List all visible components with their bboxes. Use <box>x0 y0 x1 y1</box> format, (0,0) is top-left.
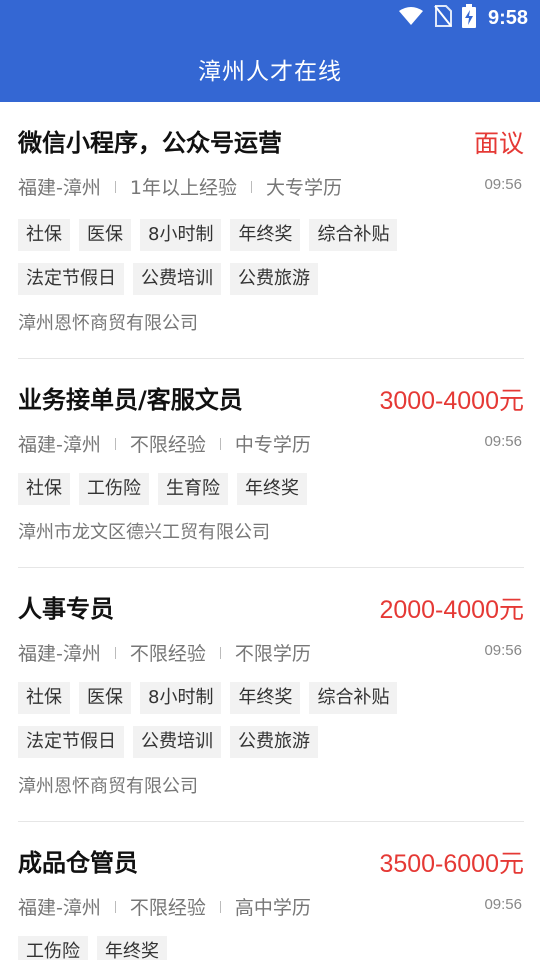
meta-separator <box>114 900 116 913</box>
benefit-tag: 生育险 <box>158 473 228 505</box>
job-title: 人事专员 <box>18 595 114 623</box>
job-experience: 不限经验 <box>129 897 206 919</box>
job-card[interactable]: 业务接单员/客服文员 3000-4000元 福建-漳州 不限经验 中专学历 09… <box>18 359 524 568</box>
job-education: 大专学历 <box>265 177 342 199</box>
tag-row: 社保 医保 8小时制 年终奖 综合补贴 <box>18 219 398 251</box>
job-location: 福建-漳州 <box>18 177 101 199</box>
meta-separator <box>114 646 116 659</box>
tag-row: 社保 医保 8小时制 年终奖 综合补贴 <box>18 682 398 714</box>
meta-separator <box>219 437 221 450</box>
status-bar: 9:58 <box>0 0 540 36</box>
status-time: 9:58 <box>487 6 528 29</box>
benefit-tag: 公费旅游 <box>230 726 318 758</box>
benefit-tag: 8小时制 <box>140 682 222 714</box>
job-location: 福建-漳州 <box>18 643 101 665</box>
job-meta: 福建-漳州 不限经验 不限学历 <box>18 639 311 666</box>
job-title: 微信小程序，公众号运营 <box>18 129 282 157</box>
job-location: 福建-漳州 <box>18 434 101 456</box>
job-meta: 福建-漳州 不限经验 中专学历 <box>18 430 311 457</box>
job-salary: 2000-4000元 <box>379 596 524 624</box>
job-education: 不限学历 <box>234 643 311 665</box>
job-salary: 3000-4000元 <box>379 387 524 415</box>
job-salary: 3500-6000元 <box>379 850 524 878</box>
benefit-tag: 8小时制 <box>140 219 222 251</box>
tag-row: 工伤险 年终奖 <box>18 936 167 960</box>
benefit-tag: 年终奖 <box>97 936 167 960</box>
tag-row: 社保 工伤险 生育险 年终奖 <box>18 473 307 505</box>
benefit-tag: 法定节假日 <box>18 263 124 295</box>
company-name: 漳州市龙文区德兴工贸有限公司 <box>18 522 270 543</box>
job-post-time: 09:56 <box>484 642 522 659</box>
job-post-time: 09:56 <box>484 433 522 450</box>
page-title: 漳州人才在线 <box>198 59 342 85</box>
meta-separator <box>219 900 221 913</box>
tag-row: 法定节假日 公费培训 公费旅游 <box>18 263 318 295</box>
job-location: 福建-漳州 <box>18 897 101 919</box>
tag-row: 法定节假日 公费培训 公费旅游 <box>18 726 318 758</box>
job-meta: 福建-漳州 1年以上经验 大专学历 <box>18 173 342 200</box>
wifi-icon <box>398 6 424 30</box>
job-experience: 1年以上经验 <box>129 177 237 199</box>
benefit-tag: 法定节假日 <box>18 726 124 758</box>
benefit-tag: 年终奖 <box>230 682 301 714</box>
job-education: 高中学历 <box>234 897 311 919</box>
benefit-tag: 年终奖 <box>237 473 307 505</box>
benefit-tag: 工伤险 <box>79 473 149 505</box>
job-experience: 不限经验 <box>129 643 206 665</box>
benefit-tag: 社保 <box>18 473 70 505</box>
benefit-tag: 公费培训 <box>133 263 221 295</box>
job-post-time: 09:56 <box>484 896 522 913</box>
benefit-tag: 医保 <box>79 219 131 251</box>
benefit-tag: 医保 <box>79 682 131 714</box>
battery-charging-icon <box>461 4 476 32</box>
benefit-tag: 社保 <box>18 219 70 251</box>
benefit-tag: 社保 <box>18 682 70 714</box>
job-list[interactable]: 微信小程序，公众号运营 面议 福建-漳州 1年以上经验 大专学历 09:56 社… <box>0 102 540 960</box>
company-name: 漳州恩怀商贸有限公司 <box>18 776 198 797</box>
job-meta: 福建-漳州 不限经验 高中学历 <box>18 893 311 920</box>
benefit-tag: 年终奖 <box>230 219 301 251</box>
job-salary: 面议 <box>473 130 524 158</box>
meta-separator <box>219 646 221 659</box>
meta-separator <box>114 180 116 193</box>
benefit-tag: 公费培训 <box>133 726 221 758</box>
job-card[interactable]: 成品仓管员 3500-6000元 福建-漳州 不限经验 高中学历 09:56 工… <box>18 822 524 960</box>
job-card[interactable]: 微信小程序，公众号运营 面议 福建-漳州 1年以上经验 大专学历 09:56 社… <box>18 102 524 359</box>
status-icons: 9:58 <box>398 0 528 36</box>
meta-separator <box>250 180 252 193</box>
benefit-tag: 综合补贴 <box>309 682 398 714</box>
company-name: 漳州恩怀商贸有限公司 <box>18 313 198 334</box>
job-title: 成品仓管员 <box>18 849 138 877</box>
job-education: 中专学历 <box>234 434 311 456</box>
meta-separator <box>114 437 116 450</box>
job-title: 业务接单员/客服文员 <box>18 386 243 414</box>
job-post-time: 09:56 <box>484 176 522 193</box>
app-bar: 漳州人才在线 <box>0 36 540 102</box>
no-sim-icon <box>434 5 452 31</box>
benefit-tag: 工伤险 <box>18 936 88 960</box>
job-card[interactable]: 人事专员 2000-4000元 福建-漳州 不限经验 不限学历 09:56 社保… <box>18 568 524 822</box>
benefit-tag: 公费旅游 <box>230 263 318 295</box>
benefit-tag: 综合补贴 <box>309 219 398 251</box>
job-experience: 不限经验 <box>129 434 206 456</box>
